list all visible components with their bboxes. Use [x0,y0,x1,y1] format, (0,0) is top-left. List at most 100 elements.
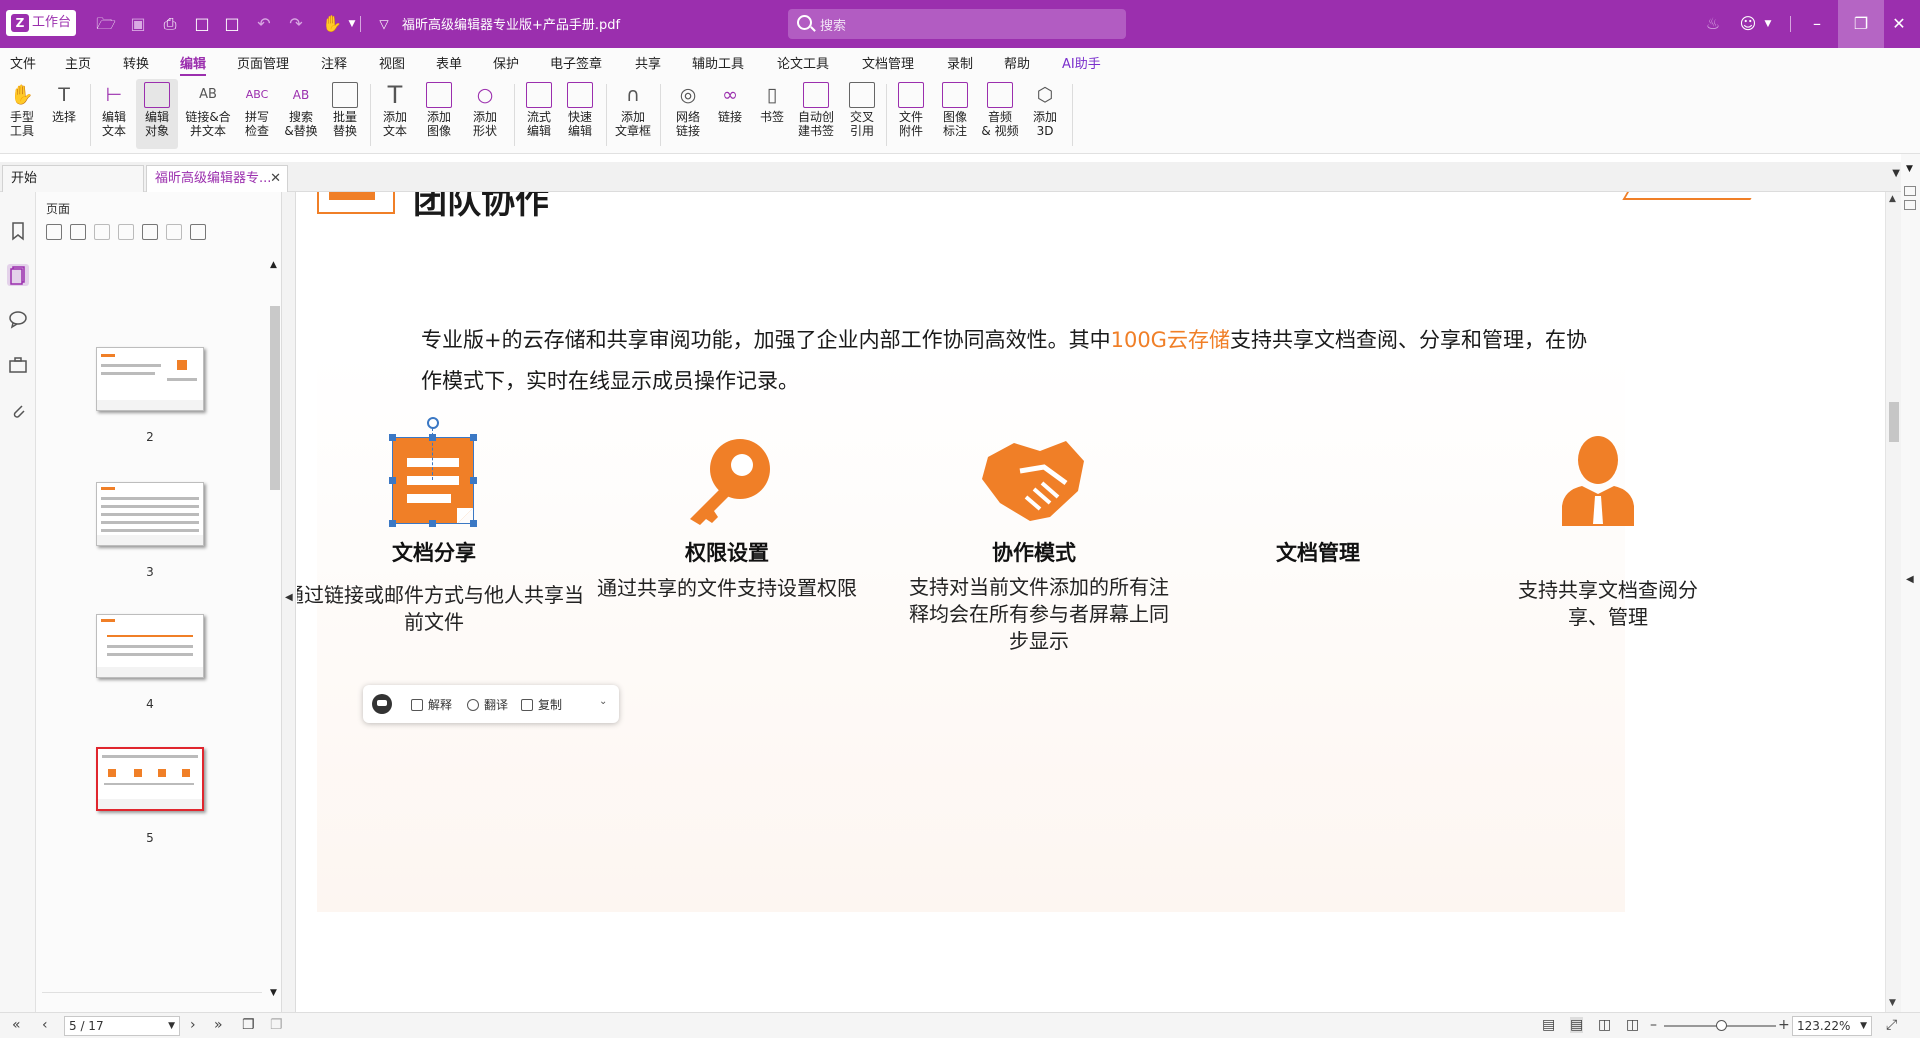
notification-bell-icon[interactable]: ♨ [1703,14,1723,34]
page-thumbnail[interactable] [96,482,204,546]
resize-handle[interactable] [470,520,477,527]
menu-edit[interactable]: 编辑 [180,53,207,76]
bookmark-button[interactable]: ▯ 书签 [754,79,790,149]
previous-page-icon[interactable]: ‹ [42,1017,48,1033]
page-tool-icon[interactable] [70,224,86,240]
menu-document-management[interactable]: 文档管理 [862,53,914,72]
zoom-level-input[interactable]: 123.22% ▼ [1792,1016,1872,1036]
split-view-icon[interactable] [1904,200,1916,210]
split-view-icon[interactable] [1904,186,1916,196]
quick-edit-button[interactable]: 快速 编辑 [560,79,600,149]
add-document-icon[interactable]: □ [222,14,242,34]
account-dropdown-icon[interactable]: ▼ [1758,14,1778,34]
page-view-icon[interactable]: ❐ [270,1017,283,1033]
ai-bot-icon[interactable] [372,694,392,714]
explain-button[interactable]: 解释 [411,696,452,713]
zoom-slider-knob[interactable] [1716,1020,1727,1031]
resize-handle[interactable] [389,434,396,441]
zoom-in-icon[interactable]: + [1778,1017,1790,1033]
panel-scrollbar-thumb[interactable] [270,306,280,490]
page-tool-icon[interactable] [46,224,62,240]
save-icon[interactable]: ▣ [128,14,148,34]
panel-horizontal-scrollbar[interactable] [42,992,262,1002]
page-number-input[interactable]: 5 / 17 ▼ [64,1016,180,1036]
add-shape-button[interactable]: ○ 添加 形状 [464,79,506,149]
tab-start[interactable]: 开始 [2,165,144,192]
first-page-icon[interactable]: « [12,1017,21,1033]
menu-ai-assistant[interactable]: AI助手 [1062,53,1101,72]
toolbox-panel-icon[interactable] [7,354,29,376]
undo-icon[interactable]: ↶ [254,14,274,34]
zoom-slider[interactable] [1664,1020,1776,1031]
image-annotation-button[interactable]: 图像 标注 [936,79,974,149]
page-tool-icon[interactable] [118,224,134,240]
menu-comment[interactable]: 注释 [321,53,347,72]
hand-tool-icon[interactable]: ✋ [322,14,342,34]
fullscreen-icon[interactable]: ⤢ [1886,1017,1897,1033]
add-image-button[interactable]: 添加 图像 [418,79,460,149]
new-document-icon[interactable]: □ [192,14,212,34]
page-tool-icon[interactable] [190,224,206,240]
menu-accessibility[interactable]: 辅助工具 [692,53,744,72]
last-page-icon[interactable]: » [214,1017,223,1033]
flow-edit-button[interactable]: 流式 编辑 [520,79,558,149]
edit-object-button[interactable]: 编辑 对象 [136,79,178,149]
scroll-up-icon[interactable]: ▲ [1889,194,1896,204]
panel-scrollbar[interactable]: ▲ ▼ [267,260,281,1000]
menu-thesis-tools[interactable]: 论文工具 [777,53,829,72]
quick-access-dropdown-icon[interactable]: ▽ [374,14,394,34]
menu-help[interactable]: 帮助 [1004,53,1030,72]
page-view-icon[interactable]: ❐ [242,1017,255,1033]
auto-bookmark-button[interactable]: 自动创 建书签 [794,79,838,149]
menu-view[interactable]: 视图 [379,53,405,72]
redo-icon[interactable]: ↷ [286,14,306,34]
link-merge-text-button[interactable]: AB 链接&合 并文本 [182,79,234,149]
cross-reference-button[interactable]: 交叉 引用 [844,79,880,149]
next-page-icon[interactable]: › [190,1017,196,1033]
more-chevron-icon[interactable]: ⌄ [599,696,607,707]
add-3d-button[interactable]: ⬡ 添加 3D [1026,79,1064,149]
facing-view-icon[interactable]: ◫ [1598,1017,1611,1033]
document-scrollbar[interactable]: ▲ ▼ [1885,192,1901,1012]
page-tool-icon[interactable] [94,224,110,240]
workbench-button[interactable]: Z 工作台 [6,10,76,36]
open-folder-icon[interactable]: 🗁 [96,14,116,34]
select-button[interactable]: T 选择 [44,79,84,149]
batch-replace-button[interactable]: 批量 替换 [326,79,364,149]
copy-button[interactable]: 复制 [521,696,562,713]
account-icon[interactable]: ☺ [1738,14,1758,34]
document-scrollbar-thumb[interactable] [1889,402,1899,442]
add-text-button[interactable]: T 添加 文本 [376,79,414,149]
selection-frame[interactable] [392,437,474,524]
continuous-view-icon[interactable]: ▤ [1570,1017,1584,1033]
resize-handle[interactable] [389,477,396,484]
resize-handle[interactable] [470,434,477,441]
attachment-panel-icon[interactable] [7,400,29,422]
hand-dropdown-icon[interactable]: ▼ [342,14,362,34]
rotate-handle[interactable] [427,417,439,429]
edit-text-button[interactable]: ⊢ 编辑 文本 [96,79,132,149]
page-dropdown-icon[interactable]: ▼ [168,1017,175,1035]
menu-page-management[interactable]: 页面管理 [237,53,289,72]
bookmark-panel-icon[interactable] [7,220,29,242]
page-thumbnail-selected[interactable] [96,747,204,811]
scroll-down-icon[interactable]: ▼ [1889,998,1896,1008]
tab-document[interactable]: 福昕高级编辑器专... ✕ [146,165,288,192]
menu-record[interactable]: 录制 [947,53,973,72]
spell-check-button[interactable]: ABC 拼写 检查 [238,79,276,149]
page-thumbnail[interactable] [96,614,204,678]
single-page-view-icon[interactable]: ▤ [1542,1017,1555,1033]
page-thumbnail[interactable] [96,347,204,411]
close-tab-icon[interactable]: ✕ [270,166,281,192]
page-tool-icon[interactable] [142,224,158,240]
continuous-facing-view-icon[interactable]: ◫ [1626,1017,1639,1033]
menu-file[interactable]: 文件 [10,53,36,72]
zoom-out-icon[interactable]: – [1650,1017,1657,1033]
link-button[interactable]: ∞ 链接 [712,79,748,149]
scroll-up-icon[interactable]: ▲ [270,260,277,270]
menu-protect[interactable]: 保护 [493,53,519,72]
collapse-ribbon-icon[interactable]: ▼ [1892,168,1900,179]
scroll-down-icon[interactable]: ▼ [270,988,277,998]
close-window-button[interactable]: ✕ [1876,0,1920,48]
pages-panel-icon[interactable] [7,264,29,286]
